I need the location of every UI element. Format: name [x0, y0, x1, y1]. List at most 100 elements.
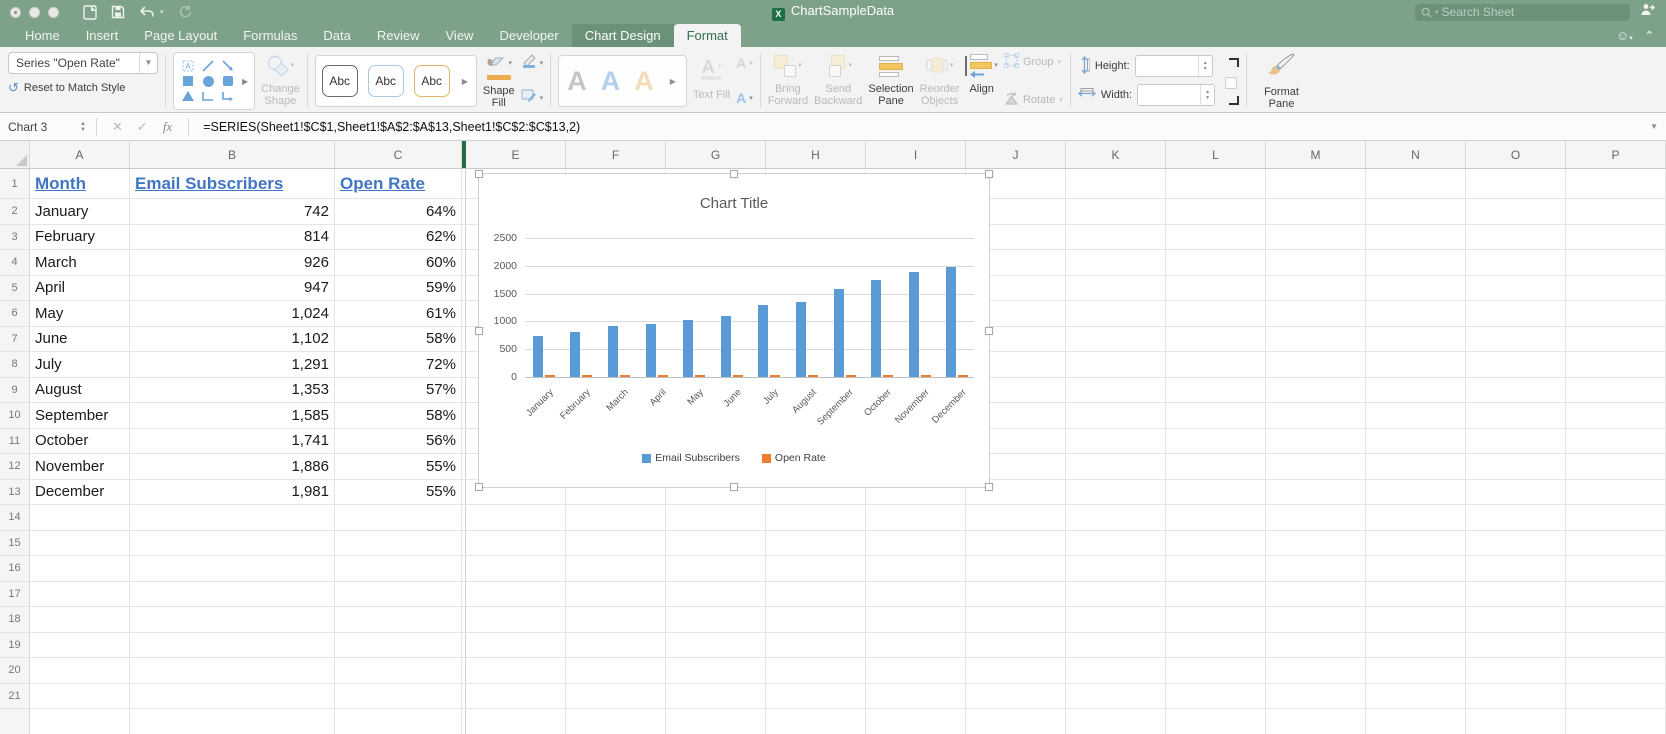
chart-resize-handle-ne[interactable]: [985, 170, 993, 178]
row-header-14[interactable]: 14: [0, 505, 30, 530]
bar-open-rate-may[interactable]: [695, 375, 706, 377]
cell-O15[interactable]: [1466, 530, 1566, 555]
cell-Px[interactable]: [1566, 709, 1666, 734]
row-header-2[interactable]: 2: [0, 199, 30, 224]
cell-I15[interactable]: [866, 530, 966, 555]
arrow-shape-icon[interactable]: [222, 60, 234, 72]
chart-resize-handle-s[interactable]: [730, 483, 738, 491]
shape-style-1[interactable]: Abc: [321, 65, 358, 97]
cell-M3[interactable]: [1266, 224, 1366, 249]
cell-F21[interactable]: [566, 683, 666, 708]
lock-aspect-ratio-control[interactable]: [1223, 56, 1240, 107]
tab-formulas[interactable]: Formulas: [230, 24, 310, 47]
cell-B17[interactable]: [130, 581, 335, 606]
width-stepper[interactable]: ▲ ▼: [1200, 85, 1214, 105]
cell-P12[interactable]: [1566, 454, 1666, 479]
shape-fill-button[interactable]: ▾ Shape Fill: [483, 52, 515, 109]
cell-E17[interactable]: [466, 581, 566, 606]
tab-format[interactable]: Format: [673, 24, 741, 47]
cell-M1[interactable]: [1266, 169, 1366, 198]
cell-B3[interactable]: 814: [130, 224, 335, 249]
cell-B1[interactable]: Email Subscribers: [130, 169, 335, 198]
cell-L20[interactable]: [1166, 658, 1266, 683]
chart-title[interactable]: Chart Title: [479, 195, 989, 212]
chart-resize-handle-n[interactable]: [730, 170, 738, 178]
cell-M19[interactable]: [1266, 632, 1366, 657]
cell-C12[interactable]: 55%: [335, 454, 462, 479]
cell-C6[interactable]: 61%: [335, 301, 462, 326]
bar-email-subscribers-july[interactable]: [758, 305, 769, 377]
row-header-10[interactable]: 10: [0, 403, 30, 428]
cell-N17[interactable]: [1366, 581, 1466, 606]
cell-M10[interactable]: [1266, 403, 1366, 428]
cell-A13[interactable]: December: [30, 479, 130, 504]
share-person-add-icon[interactable]: [1640, 3, 1656, 21]
cell-N12[interactable]: [1366, 454, 1466, 479]
cell-A16[interactable]: [30, 556, 130, 581]
cell-A17[interactable]: [30, 581, 130, 606]
cell-K16[interactable]: [1066, 556, 1166, 581]
cell-K6[interactable]: [1066, 301, 1166, 326]
cell-B15[interactable]: [130, 530, 335, 555]
bar-email-subscribers-november[interactable]: [908, 272, 919, 377]
cell-L6[interactable]: [1166, 301, 1266, 326]
cell-P2[interactable]: [1566, 199, 1666, 224]
elbow-connector-icon[interactable]: [202, 90, 214, 102]
column-header-G[interactable]: G: [666, 141, 766, 168]
cell-C15[interactable]: [335, 530, 462, 555]
search-input[interactable]: ▾ Search Sheet: [1415, 3, 1630, 21]
cell-A14[interactable]: [30, 505, 130, 530]
zoom-window-button[interactable]: [48, 6, 59, 18]
cell-K15[interactable]: [1066, 530, 1166, 555]
shape-effects-button[interactable]: ▾: [521, 89, 543, 106]
name-box[interactable]: ▲▼: [0, 113, 88, 140]
legend-item-open-rate[interactable]: Open Rate: [761, 452, 826, 464]
cell-B2[interactable]: 742: [130, 199, 335, 224]
cell-G17[interactable]: [666, 581, 766, 606]
cell-H19[interactable]: [766, 632, 866, 657]
cell-B9[interactable]: 1,353: [130, 377, 335, 402]
cell-C2[interactable]: 64%: [335, 199, 462, 224]
cell-P16[interactable]: [1566, 556, 1666, 581]
row-header-7[interactable]: 7: [0, 326, 30, 351]
cell-L1[interactable]: [1166, 169, 1266, 198]
align-button[interactable]: ▾ Align: [965, 52, 998, 109]
cell-A18[interactable]: [30, 607, 130, 632]
cell-C10[interactable]: 58%: [335, 403, 462, 428]
cell-I18[interactable]: [866, 607, 966, 632]
cell-O9[interactable]: [1466, 377, 1566, 402]
cell-L15[interactable]: [1166, 530, 1266, 555]
cell-L11[interactable]: [1166, 428, 1266, 453]
shape-styles-gallery[interactable]: Abc Abc Abc ▶: [314, 55, 477, 107]
text-box-icon[interactable]: A: [182, 60, 194, 72]
bar-open-rate-april[interactable]: [657, 375, 668, 377]
cell-B14[interactable]: [130, 505, 335, 530]
cell-F19[interactable]: [566, 632, 666, 657]
bar-open-rate-june[interactable]: [732, 375, 743, 377]
cell-A12[interactable]: November: [30, 454, 130, 479]
cell-H14[interactable]: [766, 505, 866, 530]
row-header-11[interactable]: 11: [0, 428, 30, 453]
row-header-12[interactable]: 12: [0, 454, 30, 479]
chart-resize-handle-se[interactable]: [985, 483, 993, 491]
cell-H18[interactable]: [766, 607, 866, 632]
cell-I21[interactable]: [866, 683, 966, 708]
cell-N7[interactable]: [1366, 326, 1466, 351]
cell-O11[interactable]: [1466, 428, 1566, 453]
change-shape-button[interactable]: ▾ Change Shape: [261, 52, 300, 109]
cell-E18[interactable]: [466, 607, 566, 632]
new-document-icon[interactable]: [83, 4, 97, 20]
cell-K21[interactable]: [1066, 683, 1166, 708]
row-header-4[interactable]: 4: [0, 250, 30, 275]
close-window-button[interactable]: [10, 6, 21, 18]
cell-A8[interactable]: July: [30, 352, 130, 377]
cell-K17[interactable]: [1066, 581, 1166, 606]
cell-I19[interactable]: [866, 632, 966, 657]
shape-style-3[interactable]: Abc: [413, 65, 450, 97]
cell-C7[interactable]: 58%: [335, 326, 462, 351]
tab-developer[interactable]: Developer: [486, 24, 571, 47]
reset-to-match-style-button[interactable]: ↺ Reset to Match Style: [8, 81, 158, 94]
cell-Nx[interactable]: [1366, 709, 1466, 734]
cell-A4[interactable]: March: [30, 250, 130, 275]
cell-Bx[interactable]: [130, 709, 335, 734]
